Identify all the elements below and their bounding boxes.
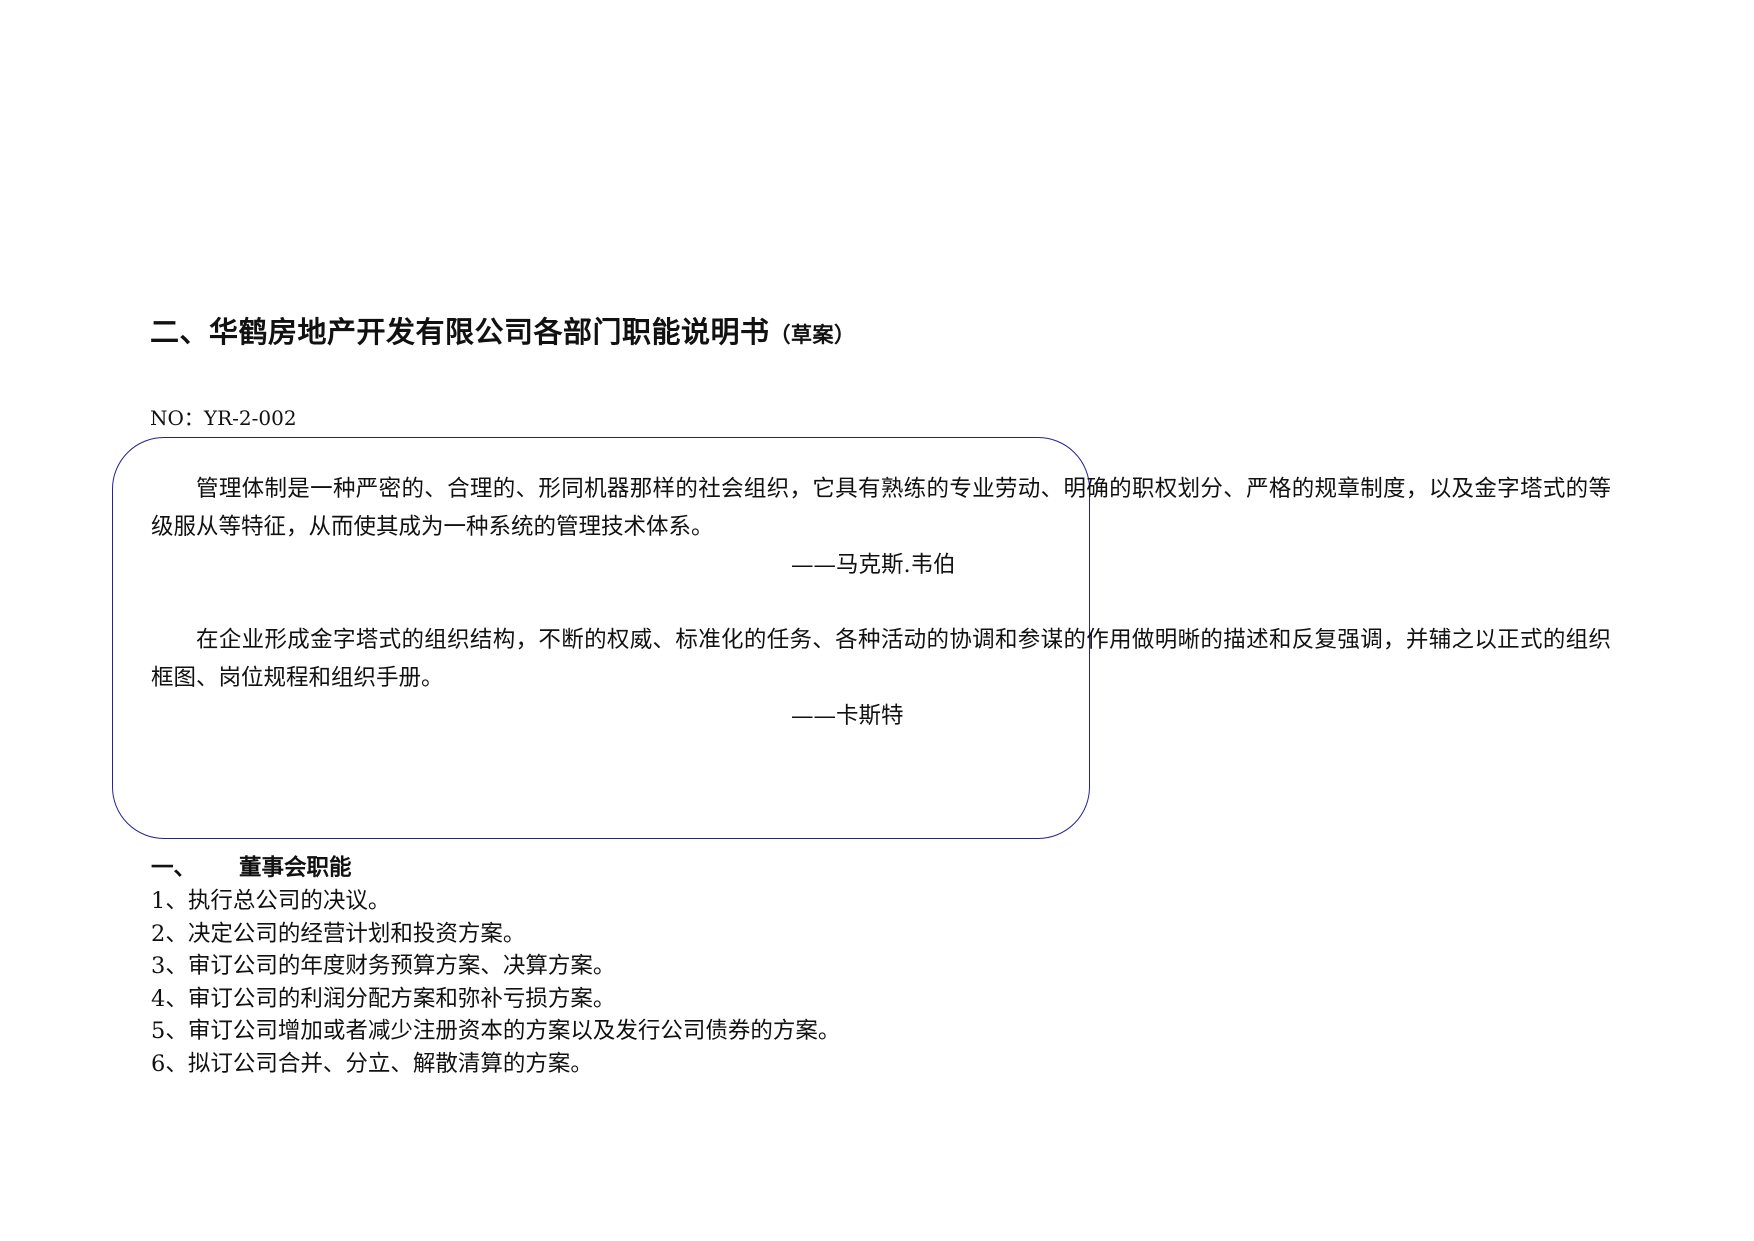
- duty-item: 3、审订公司的年度财务预算方案、决算方案。: [151, 953, 616, 980]
- page-title-draft-note: （草案）: [769, 323, 856, 347]
- duty-item: 4、审订公司的利润分配方案和弥补亏损方案。: [151, 985, 616, 1012]
- section-heading: 一、 董事会职能: [151, 850, 352, 882]
- duty-item: 1、执行总公司的决议。: [151, 888, 391, 914]
- duty-item: 6、拟订公司合并、分立、解散清算的方案。: [151, 1050, 593, 1077]
- quote-text-kast: 在企业形成金字塔式的组织结构，不断的权威、标准化的任务、各种活动的协调和参谋的作…: [151, 627, 1611, 691]
- section-number: 一、: [151, 855, 197, 881]
- quote-text-weber: 管理体制是一种严密的、合理的、形同机器那样的社会组织，它具有熟练的专业劳动、明确…: [151, 476, 1611, 540]
- duty-item: 2、决定公司的经营计划和投资方案。: [151, 920, 526, 947]
- page-title: 二、华鹤房地产开发有限公司各部门职能说明书（草案）: [150, 318, 856, 347]
- duty-list: 1、执行总公司的决议。 2、决定公司的经营计划和投资方案。 3、审订公司的年度财…: [151, 885, 840, 1081]
- duty-item: 5、审订公司增加或者减少注册资本的方案以及发行公司债券的方案。: [151, 1018, 841, 1045]
- quote-attribution-kast: ——卡斯特: [791, 703, 904, 729]
- document-number: NO：YR-2-002: [150, 406, 297, 430]
- section-title: 董事会职能: [239, 855, 352, 881]
- page-title-main: 二、华鹤房地产开发有限公司各部门职能说明书: [150, 315, 770, 349]
- quote-attribution-weber: ——马克斯.韦伯: [791, 552, 956, 578]
